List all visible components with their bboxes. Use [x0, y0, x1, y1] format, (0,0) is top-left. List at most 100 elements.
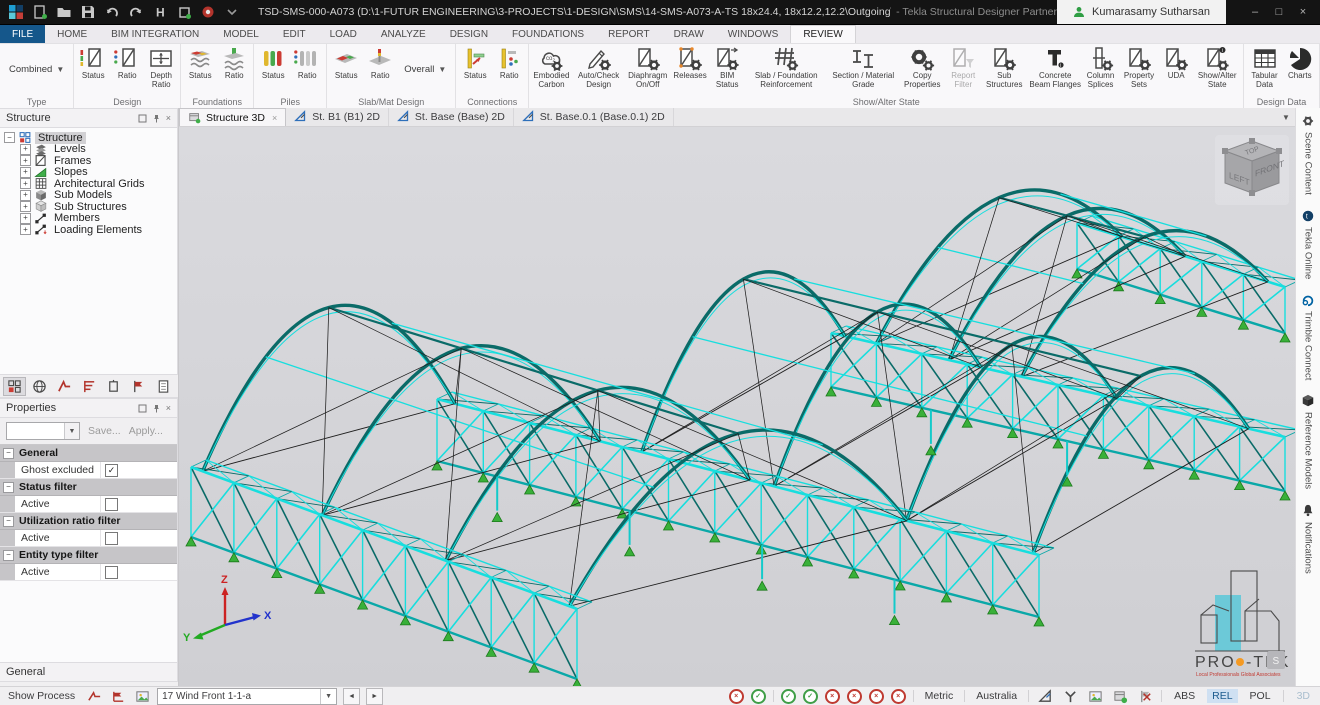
section-red-icon[interactable]	[85, 689, 103, 704]
view-tab-st-base-base-2d[interactable]: St. Base (Base) 2D	[389, 108, 514, 126]
checkbox-active[interactable]	[105, 498, 118, 511]
ribbon-button-releases[interactable]: Releases	[670, 44, 710, 96]
s-indicator[interactable]: S	[1267, 651, 1285, 669]
ribbon-button-show-alter-state[interactable]: iShow/Alter State	[1193, 44, 1241, 96]
ribbon-button-sub-structures[interactable]: Sub Structures	[980, 44, 1028, 96]
status-globe-button[interactable]	[28, 377, 51, 396]
property-section-entity-type-filter[interactable]: −Entity type filter	[0, 547, 177, 564]
side-tab-tekla-online[interactable]: tTekla Online	[1301, 209, 1315, 279]
checkbox-ghost-excluded[interactable]: ✓	[105, 464, 118, 477]
close-button[interactable]: ×	[1292, 3, 1314, 21]
units-label[interactable]: Metric	[921, 690, 958, 702]
ribbon-tab-draw[interactable]: DRAW	[662, 25, 716, 43]
float-icon[interactable]	[138, 114, 147, 123]
ribbon-tab-design[interactable]: DESIGN	[438, 25, 500, 43]
ribbon-button-property-sets[interactable]: Property Sets	[1119, 44, 1159, 96]
ribbon-button-status[interactable]: Status	[329, 44, 363, 96]
property-set-combobox[interactable]: ▼	[6, 422, 80, 440]
load-case-combobox[interactable]: 17 Wind Front 1-1-a▼	[157, 688, 337, 705]
expand-icon[interactable]: +	[20, 144, 31, 155]
ribbon-button-status[interactable]: Status	[76, 44, 110, 96]
close-panel-icon[interactable]: ×	[166, 113, 171, 123]
structure-tree-button[interactable]	[3, 377, 26, 396]
ribbon-button-diaphragm-on-off[interactable]: Diaphragm On/Off	[626, 44, 670, 96]
validate-icon[interactable]: H	[150, 2, 170, 22]
expand-icon[interactable]: +	[20, 167, 31, 178]
flag-off-icon[interactable]	[1136, 689, 1154, 704]
save-icon[interactable]	[78, 2, 98, 22]
side-tab-reference-models[interactable]: Reference Models	[1301, 394, 1315, 489]
ribbon-tab-file[interactable]: FILE	[0, 25, 45, 43]
ribbon-button-status[interactable]: Status	[458, 44, 492, 96]
checkbox-active[interactable]	[105, 532, 118, 545]
ribbon-tab-bim-integration[interactable]: BIM INTEGRATION	[99, 25, 211, 43]
record-icon[interactable]	[198, 2, 218, 22]
region-label[interactable]: Australia	[972, 690, 1021, 702]
view-tab-st-base-0-1-base-0-1-2d[interactable]: St. Base.0.1 (Base.0.1) 2D	[514, 108, 674, 126]
pin-icon[interactable]	[152, 404, 161, 413]
pin-icon[interactable]	[152, 114, 161, 123]
ribbon-button-tabular-data[interactable]: Tabular Data	[1246, 44, 1283, 96]
expand-icon[interactable]: +	[20, 201, 31, 212]
tree-item-loading-elements[interactable]: +Loading Elements	[4, 224, 177, 236]
minimize-button[interactable]: –	[1244, 3, 1266, 21]
expand-icon[interactable]: +	[20, 155, 31, 166]
expand-icon[interactable]: +	[20, 224, 31, 235]
side-tab-notifications[interactable]: Notifications	[1301, 504, 1315, 574]
ribbon-button-ratio[interactable]: Ratio	[363, 44, 397, 96]
float-icon[interactable]	[138, 404, 147, 413]
ribbon-tab-foundations[interactable]: FOUNDATIONS	[500, 25, 596, 43]
image-icon[interactable]	[133, 689, 151, 704]
collapse-icon[interactable]: −	[3, 482, 14, 493]
redo-icon[interactable]	[126, 2, 146, 22]
ribbon-button-copy-properties[interactable]: Copy Properties	[898, 44, 946, 96]
general-collapsed-panel[interactable]: General	[0, 662, 178, 682]
ribbon-button-combined[interactable]: Combined▼	[2, 60, 71, 80]
property-section-status-filter[interactable]: −Status filter	[0, 479, 177, 496]
ribbon-button-bim-status[interactable]: BIM Status	[710, 44, 744, 96]
collapse-icon[interactable]: −	[3, 516, 14, 527]
ribbon-button-section-material-grade[interactable]: Section / Material Grade	[828, 44, 898, 96]
ribbon-tab-review[interactable]: REVIEW	[790, 25, 855, 43]
ribbon-button-status[interactable]: Status	[183, 44, 217, 96]
ribbon-tab-analyze[interactable]: ANALYZE	[369, 25, 438, 43]
save-button[interactable]: Save...	[88, 425, 121, 437]
tree-item-slopes[interactable]: +Slopes	[4, 167, 177, 179]
more-icon[interactable]	[222, 2, 242, 22]
maximize-button[interactable]: □	[1268, 3, 1290, 21]
undo-icon[interactable]	[102, 2, 122, 22]
ribbon-button-ratio[interactable]: Ratio	[217, 44, 251, 96]
window-green-icon[interactable]	[1111, 689, 1129, 704]
ribbon-button-overall[interactable]: Overall▼	[397, 60, 453, 80]
ribbon-button-ratio[interactable]: Ratio	[110, 44, 144, 96]
validate-box-button[interactable]	[102, 377, 125, 396]
ribbon-button-depth-ratio[interactable]: Depth Ratio	[144, 44, 178, 96]
section-marker-button[interactable]	[53, 377, 76, 396]
tree-item-sub-structures[interactable]: +Sub Structures	[4, 201, 177, 213]
ribbon-tab-model[interactable]: MODEL	[211, 25, 271, 43]
tekla-logo-icon[interactable]	[6, 2, 26, 22]
ribbon-button-embodied-carbon[interactable]: co2Embodied Carbon	[531, 44, 571, 96]
chevron-down-icon[interactable]: ▼	[64, 423, 79, 439]
view-tab-st-b1-b1-2d[interactable]: St. B1 (B1) 2D	[286, 108, 389, 126]
close-tab-icon[interactable]: ×	[272, 113, 277, 123]
ribbon-button-concrete-beam-flanges[interactable]: iConcrete Beam Flanges	[1028, 44, 1082, 96]
chevron-down-icon[interactable]: ▼	[320, 689, 336, 704]
close-panel-icon[interactable]: ×	[166, 403, 171, 413]
checkbox-active[interactable]	[105, 566, 118, 579]
ribbon-button-auto-check-design[interactable]: Auto/Check Design	[572, 44, 626, 96]
view-cube[interactable]: TOP LEFT FRONT	[1215, 135, 1289, 205]
tab-list-dropdown-icon[interactable]: ▼	[1277, 108, 1295, 126]
collapse-icon[interactable]: −	[4, 132, 15, 143]
drafting-icon[interactable]	[1036, 689, 1054, 704]
tree-item-frames[interactable]: +Frames	[4, 155, 177, 167]
new-file-icon[interactable]	[30, 2, 50, 22]
branch-icon[interactable]	[1061, 689, 1079, 704]
ribbon-tab-edit[interactable]: EDIT	[271, 25, 318, 43]
coord-mode-abs[interactable]: ABS	[1169, 689, 1200, 703]
next-case-button[interactable]: ►	[366, 688, 383, 705]
property-section-utilization-ratio-filter[interactable]: −Utilization ratio filter	[0, 513, 177, 530]
expand-icon[interactable]: +	[20, 178, 31, 189]
side-tab-scene-content[interactable]: Scene Content	[1301, 114, 1315, 195]
tree-item-sub-models[interactable]: +Sub Models	[4, 190, 177, 202]
